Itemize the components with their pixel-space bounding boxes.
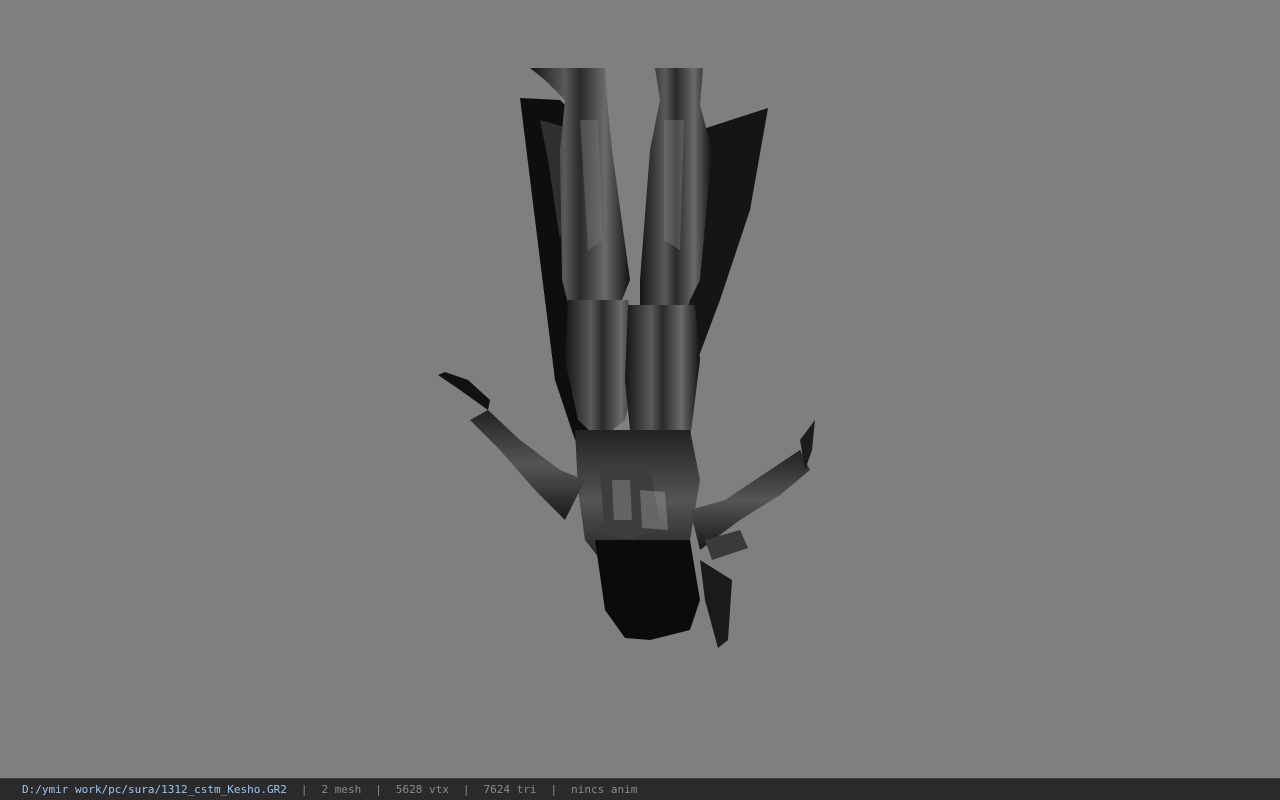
separator: | [462, 783, 470, 796]
separator: | [550, 783, 558, 796]
animation-status: nincs anim [571, 783, 638, 796]
armored-character-model [438, 68, 815, 648]
separator: | [300, 783, 308, 796]
right-leg [625, 68, 712, 470]
3d-viewport[interactable] [0, 0, 1280, 778]
right-arm [690, 420, 815, 560]
triangle-count: 7624 tri [483, 783, 537, 796]
separator: | [375, 783, 382, 796]
vertex-count: 5628 vtx [395, 783, 449, 796]
status-bar: D:/ymir work/pc/sura/1312_cstm_Kesho.GR2… [0, 778, 1280, 800]
mesh-count: 2 mesh [321, 783, 362, 796]
file-path: D:/ymir work/pc/sura/1312_cstm_Kesho.GR2 [22, 783, 287, 796]
